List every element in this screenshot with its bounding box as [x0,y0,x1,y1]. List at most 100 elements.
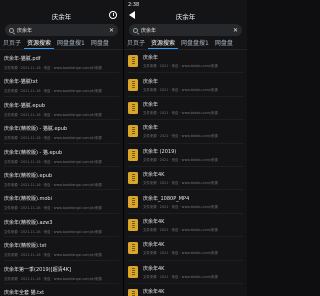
list-item[interactable]: 庆余年-猫腻.epub 文件来源 · 2021-11-18 · 来自 · www.… [4,97,119,121]
zip-file-icon [128,289,138,296]
list-item[interactable]: 庆余年文件来源 · 2021 · 来自 · www.tbdalu.com/来源 [128,120,243,144]
search-input[interactable]: 庆余年 [141,27,233,34]
list-item[interactable]: 庆余年(精校版).txt 文件来源 · 2021-11-18 · 来自 · www… [4,237,119,261]
back-arrow-icon[interactable] [129,11,135,19]
list-item[interactable]: 庆余年第一季(2019)[超清4K] 文件来源 · 2021-11-18 · 来自… [4,261,119,284]
file-name: 庆余年-猫腻txt [4,79,38,86]
tab-1[interactable]: 贝页子 [124,38,148,49]
file-name: 庆余年(精校版).epub [4,172,53,179]
history-clock-icon[interactable] [109,11,117,19]
list-item[interactable]: 庆余年4K 文件来源 · 2021 · 来自 · www.tbdalu.com/来… [128,167,243,191]
list-item[interactable]: 庆余年 (2019) 文件来源 · 2021 · 来自 · www.tbdalu.… [128,144,243,167]
file-meta: 文件来源 · 2021 · 来自 · www.tbdalu.com/来源 [143,64,218,69]
file-name: 庆余年 [143,55,159,62]
file-name: 庆余年(精校版).azw3 [4,219,53,226]
file-meta: 文件来源 · 2021 · 来自 · www.tbdalu.com/来源 [143,87,218,92]
file-name: 庆余年-猫腻.epub [4,102,45,109]
file-name: 庆余年4K [143,289,165,296]
search-input[interactable]: 庆余年 [17,27,109,34]
file-name: 庆余年_1080P_MP4 [143,195,190,202]
tab-4[interactable]: 网盘盘 [88,38,112,49]
search-bar[interactable]: 庆余年 ✕ [5,24,118,36]
status-bar: 2:38 [124,0,247,9]
file-name: 庆余年 [143,125,159,132]
zip-file-icon [128,195,138,208]
file-meta: 文件来源 · 2021 · 来自 · www.tbdalu.com/来源 [143,274,218,279]
file-meta: 文件来源 · 2021 · 来自 · www.tbdalu.com/来源 [143,134,218,139]
list-item[interactable]: 庆余年-猫腻txt 文件来源 · 2021-11-18 · 来自 · www.bo… [4,73,119,97]
file-meta: 文件来源 · 2021 · 来自 · www.tbdalu.com/来源 [143,227,218,232]
zip-file-icon [128,172,138,185]
tab-3[interactable]: 网盘盘搜1 [54,38,88,49]
file-meta: 文件来源 · 2021-11-18 · 来自 · www.bookfangzi.… [4,89,102,94]
clear-icon[interactable]: ✕ [109,27,114,34]
file-meta: 文件来源 · 2021-11-18 · 来自 · www.bookfangzi.… [4,66,102,70]
left-screen: 庆余年 庆余年 ✕ 贝页子 资源搜索 网盘盘搜1 网盘盘 庆余年-猫腻.pdf 文… [0,0,123,296]
search-icon [9,27,14,33]
list-item[interactable]: 庆余年 文件来源 · 2021 · 来自 · www.tbdalu.com/来源 [128,73,243,97]
list-item[interactable]: 庆余年(精校版).epub 文件来源 · 2021-11-18 · 来自 · ww… [4,167,119,191]
file-info: 庆余年4K 文件来源 · 2021 · 来自 · www.tbdalu.com/来… [143,265,218,279]
status-time: 2:38 [128,1,140,8]
file-name: 庆余年 [143,101,159,108]
file-name: 庆余年(精校版).txt [4,243,47,250]
list-item[interactable]: 庆余年(精校版) - 猫.epub 文件来源 · 2021-11-18 · 来自 … [4,144,119,167]
zip-file-icon [128,55,138,68]
file-info: 庆余年文件来源 · 2021 · 来自 · www.tbdalu.com/来源 [143,54,218,68]
right-screen: 2:38 庆余年 庆余年 ✕ 贝页子 资源搜索 网盘盘搜1 网盘盘 庆余年文件来… [124,0,247,296]
file-info: 庆余年 (2019) 文件来源 · 2021 · 来自 · www.tbdalu.… [143,148,218,162]
list-item[interactable]: 庆余年4K文件来源 · 2021 · 来自 · www.tbdalu.com/来… [128,284,243,296]
file-meta: 文件来源 · 2021-11-18 · 来自 · www.bookfangzi.… [4,229,102,234]
list-item[interactable]: 庆余年(精校版).mobi 文件来源 · 2021-11-18 · 来自 · ww… [4,190,119,214]
tab-3[interactable]: 网盘盘搜1 [178,38,212,49]
tab-resource-search[interactable]: 资源搜索 [24,38,55,49]
file-name: 庆余年-猫腻.pdf [4,56,41,62]
file-name: 庆余年4K [143,218,165,225]
list-item[interactable]: 庆余年4K 文件来源 · 2021 · 来自 · www.tbdalu.com/来… [128,214,243,238]
file-info: 庆余年4K 文件来源 · 2021 · 来自 · www.tbdalu.com/来… [143,171,218,185]
status-bar [0,0,123,9]
file-name: 庆余年(精校版) - 猫腻.epub [4,126,68,133]
file-meta: 文件来源 · 2021-11-18 · 来自 · www.bookfangzi.… [4,182,102,187]
list-item[interactable]: 庆余年-猫腻.pdf 文件来源 · 2021-11-18 · 来自 · www.b… [4,50,119,74]
list-item[interactable]: 庆余年 文件来源 · 2021 · 来自 · www.tbdalu.com/来源 [128,97,243,121]
file-info: 庆余年 文件来源 · 2021 · 来自 · www.tbdalu.com/来源 [143,78,218,92]
file-name: 庆余年(精校版) - 猫.epub [4,149,63,156]
list-item[interactable]: 庆余年4K 文件来源 · 2021 · 来自 · www.tbdalu.com/来… [128,237,243,261]
file-info: 庆余年4K 文件来源 · 2021 · 来自 · www.tbdalu.com/来… [143,241,218,255]
file-info: 庆余年_1080P_MP4 文件来源 · 2021 · 来自 · www.tbda… [143,195,218,209]
search-icon [133,27,138,33]
list-item[interactable]: 庆余年_1080P_MP4 文件来源 · 2021 · 来自 · www.tbda… [128,190,243,214]
file-name: 庆余年4K [143,265,165,272]
file-info: 庆余年4K文件来源 · 2021 · 来自 · www.tbdalu.com/来… [143,288,218,296]
page-title: 庆余年 [175,12,196,21]
tab-1[interactable]: 贝页子 [0,38,24,49]
file-meta: 文件来源 · 2021 · 来自 · www.tbdalu.com/来源 [143,251,218,256]
file-name: 庆余年4K [143,242,165,249]
file-meta: 文件来源 · 2021-11-18 · 来自 · www.bookfangzi.… [4,112,102,117]
clear-icon[interactable]: ✕ [233,27,238,34]
file-name: 庆余年4K [143,172,165,179]
file-meta: 文件来源 · 2021 · 来自 · www.tbdalu.com/来源 [143,181,218,186]
zip-file-icon [128,265,138,278]
list-item[interactable]: 庆余年(精校版).azw3 文件来源 · 2021-11-18 · 来自 · ww… [4,214,119,238]
app-bar: 庆余年 [0,9,123,22]
file-info: 庆余年4K 文件来源 · 2021 · 来自 · www.tbdalu.com/来… [143,218,218,232]
file-name: 庆余年全套 猫.txt [4,289,45,296]
result-list: 庆余年-猫腻.pdf 文件来源 · 2021-11-18 · 来自 · www.b… [0,50,123,296]
list-item[interactable]: 庆余年(精校版) - 猫腻.epub 文件来源 · 2021-11-18 · 来自… [4,120,119,144]
zip-file-icon [128,101,138,114]
tab-resource-search[interactable]: 资源搜索 [148,38,179,49]
file-meta: 文件来源 · 2021-11-18 · 来自 · www.bookfangzi.… [4,253,102,258]
zip-file-icon [128,125,138,138]
zip-file-icon [128,242,138,255]
result-list: 庆余年 文件来源 · 2021 · 来自 · www.tbdalu.com/来源庆… [124,50,247,296]
list-item[interactable]: 庆余年4K 文件来源 · 2021 · 来自 · www.tbdalu.com/来… [128,261,243,284]
list-item[interactable]: 庆余年全套 猫.txt文件来源 · 2021-11-18 · 来自 · www.… [4,284,119,296]
file-name: 庆余年(精校版).mobi [4,196,52,203]
list-item[interactable]: 庆余年文件来源 · 2021 · 来自 · www.tbdalu.com/来源 [128,50,243,74]
app-bar: 庆余年 [124,9,247,22]
search-bar[interactable]: 庆余年 ✕ [129,24,242,36]
tab-4[interactable]: 网盘盘 [212,38,236,49]
file-name: 庆余年第一季(2019)[超清4K] [4,266,71,273]
